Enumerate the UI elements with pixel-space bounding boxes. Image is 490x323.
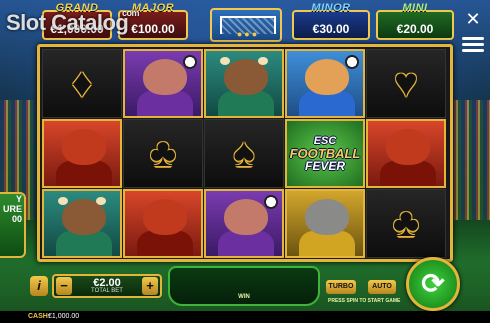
minor-label: MINOR [311,2,351,14]
spin-arrows-icon: ⟳ [421,268,445,299]
rooster-body [380,161,436,186]
rooster-head [143,199,187,235]
rooster-symbol [366,119,446,188]
spade-symbol: ♠ [204,119,284,188]
major-value: €100.00 [131,22,175,36]
win-display: WIN [168,266,320,306]
rooster-body [56,161,112,186]
boar-body [137,91,193,116]
autoplay-button[interactable]: AUTO [368,280,396,294]
feature-logo-line1: ESC [313,134,337,147]
bet-increase-button[interactable]: + [142,277,158,295]
minor-value: €30.00 [312,22,350,36]
boar-symbol [204,189,284,258]
spin-hint: PRESS SPIN TO START GAME [328,298,401,304]
wolf-symbol [285,189,365,258]
club-icon: ♣ [149,131,177,175]
football-icon [264,195,278,209]
bull-body [56,231,112,256]
rooster-head [386,129,430,165]
bull-body [218,91,274,116]
cash-bar: CASH: €1,000.00 [0,311,490,323]
goal-progress-icon: ●●● [210,8,282,42]
side-feature-panel[interactable]: Y URE 00 [0,192,26,258]
minor-jackpot: MINOR €30.00 [292,2,370,40]
reel-grid: ♦ ♥ ♣ ♠ ESC FOOTBALL FEVER ♣ [42,49,446,258]
watermark-text: Slot Catalog [6,10,129,35]
cash-label: CASH: [28,313,51,320]
side-panel-line1: Y [15,194,22,204]
club-symbol: ♣ [123,119,203,188]
mini-jackpot: MINI €20.00 [376,2,454,40]
rooster-symbol [42,119,122,188]
lynx-symbol [285,49,365,118]
football-icon [183,55,197,69]
bull-horn-l [58,197,68,205]
win-label: WIN [238,294,250,300]
diamond-symbol: ♦ [42,49,122,118]
cash-value: €1,000.00 [48,313,80,320]
crowd-right [450,100,490,220]
bull-horn-r [258,57,268,65]
goal-balls: ●●● [236,29,260,39]
boar-head [143,59,187,95]
feature-logo-symbol: ESC FOOTBALL FEVER [285,119,365,188]
slot-game: GRAND €1,000.00 MAJOR €100.00 ●●● MINOR … [0,0,490,323]
bull-horn-r [96,197,106,205]
boar-head [224,199,268,235]
mini-value: €20.00 [396,22,434,36]
mini-label: MINI [402,2,428,14]
rooster-symbol [123,189,203,258]
lynx-head [305,59,349,95]
bull-symbol [204,49,284,118]
feature-logo-line2: FOOTBALL [289,145,361,161]
feature-logo-line3: FEVER [304,158,345,173]
club-icon: ♣ [392,201,420,245]
wolf-body [299,231,355,256]
rooster-head [62,129,106,165]
diamond-icon: ♦ [71,61,93,105]
rooster-body [137,231,193,256]
info-button[interactable]: i [30,276,48,296]
side-panel-line3: 00 [11,214,22,224]
heart-symbol: ♥ [366,49,446,118]
bet-selector: − €2.00 TOTAL BET + [52,274,162,298]
bull-horn-l [220,57,230,65]
hamburger-menu-icon[interactable] [462,34,484,52]
spin-button[interactable]: ⟳ [406,257,460,311]
watermark-domain: com [122,8,140,18]
reel-frame: ♦ ♥ ♣ ♠ ESC FOOTBALL FEVER ♣ [37,44,453,262]
football-icon [345,55,359,69]
lynx-body [299,91,355,116]
bet-label: TOTAL BET [91,288,123,294]
boar-body [218,231,274,256]
wolf-head [305,199,349,235]
spade-icon: ♠ [233,131,255,175]
heart-icon: ♥ [394,61,418,105]
watermark: Slot Catalog com [6,8,140,36]
boar-symbol [123,49,203,118]
bull-symbol [42,189,122,258]
close-icon[interactable]: ✕ [462,8,484,30]
turbo-button[interactable]: TURBO [326,280,356,294]
side-panel-line2: URE [2,204,22,214]
club-symbol: ♣ [366,189,446,258]
bet-decrease-button[interactable]: − [56,277,72,295]
